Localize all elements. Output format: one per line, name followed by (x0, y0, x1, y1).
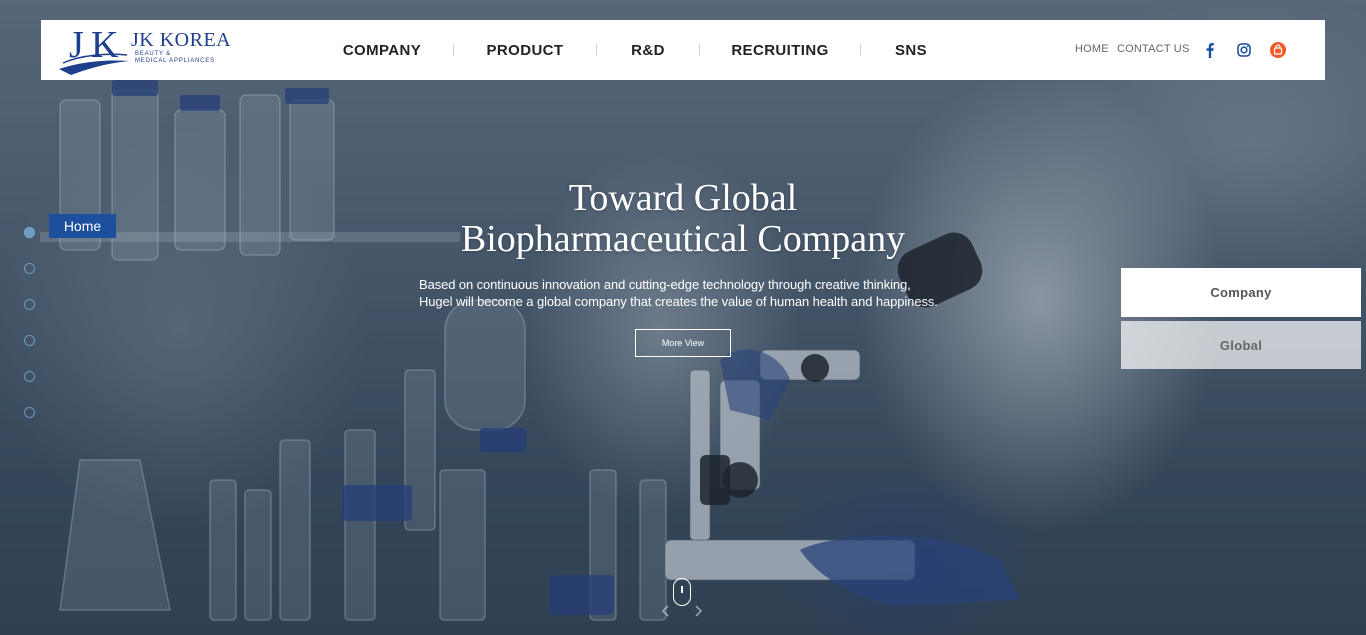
utility-bar: HOME CONTACT US (1065, 20, 1325, 80)
nav-item-sns[interactable]: SNS (861, 42, 961, 59)
section-dot-3[interactable] (24, 299, 35, 310)
global-button[interactable]: Global (1121, 321, 1361, 369)
top-header: J K JK KOREA BEAUTY & MEDICAL APPLIANCES… (41, 20, 1325, 80)
more-view-button[interactable]: More View (635, 329, 731, 357)
hero-desc-line1: Based on continuous innovation and cutti… (419, 277, 911, 292)
facebook-icon[interactable] (1202, 42, 1218, 58)
section-dot-4[interactable] (24, 335, 35, 346)
hero-title: Toward Global Biopharmaceutical Company (383, 178, 983, 260)
section-dot-1[interactable] (24, 227, 35, 238)
scroll-chevrons-icon (661, 605, 703, 617)
hero-description: Based on continuous innovation and cutti… (419, 276, 979, 310)
nav-item-product[interactable]: PRODUCT (454, 42, 596, 59)
hero-desc-line2: Hugel will become a global company that … (419, 294, 938, 309)
brand-subtitle-line2: MEDICAL APPLIANCES (135, 58, 215, 64)
nav-item-company[interactable]: COMPANY (311, 42, 453, 59)
jk-logo-mark-icon: J K (59, 24, 129, 75)
svg-text:K: K (91, 24, 119, 66)
contact-us-link[interactable]: CONTACT US (1117, 43, 1190, 55)
brand-subtitle-line1: BEAUTY & (135, 51, 171, 57)
brand-name: JK KOREA (131, 29, 232, 51)
section-dot-5[interactable] (24, 371, 35, 382)
dark-overlay (0, 0, 1366, 635)
instagram-icon[interactable] (1236, 42, 1252, 58)
company-button[interactable]: Company (1121, 268, 1361, 317)
section-dot-2[interactable] (24, 263, 35, 274)
nav-item-recruiting[interactable]: RECRUITING (700, 42, 860, 59)
home-section-label[interactable]: Home (49, 214, 116, 238)
shop-icon[interactable] (1270, 42, 1286, 58)
nav-item-rnd[interactable]: R&D (597, 42, 699, 59)
scroll-wheel (681, 586, 683, 593)
home-link[interactable]: HOME (1075, 43, 1109, 55)
hero-title-line1: Toward Global (568, 177, 798, 219)
hero-title-line2: Biopharmaceutical Company (460, 218, 906, 260)
main-nav: COMPANY PRODUCT R&D RECRUITING SNS (311, 20, 961, 80)
brand-logo[interactable]: J K JK KOREA BEAUTY & MEDICAL APPLIANCES (57, 23, 232, 77)
section-dot-6[interactable] (24, 407, 35, 418)
